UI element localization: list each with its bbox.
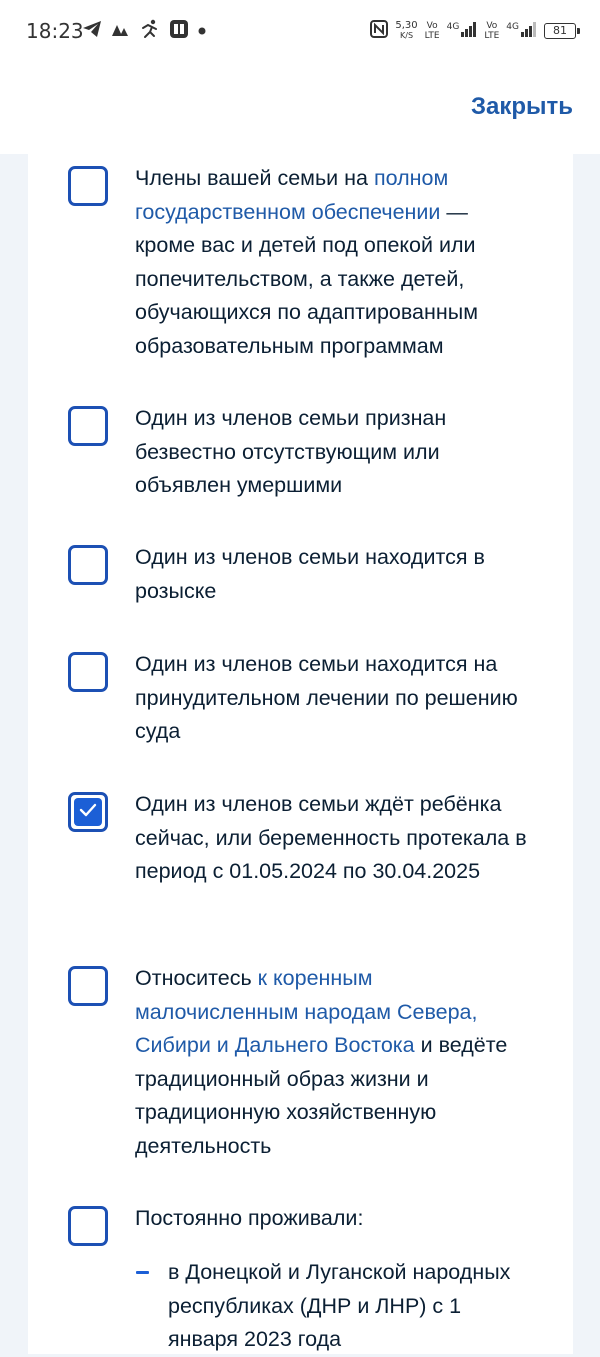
option-label: Один из членов семьи находится на принуд… <box>135 652 518 743</box>
option-indigenous-peoples[interactable]: Относитесь к коренным малочисленным наро… <box>28 954 573 1174</box>
option-label: Относитесь к коренным малочисленным наро… <box>135 962 530 1163</box>
volte-2-bottom: LTE <box>484 31 500 41</box>
close-button[interactable]: Закрыть <box>471 93 573 121</box>
network-speed-unit: K/S <box>400 31 414 40</box>
volte-1-top: Vo <box>426 21 438 31</box>
volte-2: Vo LTE <box>484 21 499 41</box>
checkbox-state-support[interactable] <box>68 166 108 206</box>
checkbox-pregnancy[interactable] <box>68 792 108 832</box>
option-label: Один из членов семьи ждёт ребёнка сейчас… <box>135 792 527 883</box>
signal-1-icon <box>461 21 477 42</box>
option-label-text: Члены вашей семьи на <box>135 166 374 190</box>
signal-2-icon <box>521 21 537 42</box>
checkbox-permanent-residence[interactable] <box>68 1206 108 1246</box>
checkbox-missing-or-deceased[interactable] <box>68 406 108 446</box>
network-1-label: 4G <box>446 21 460 32</box>
status-icons-left <box>82 18 206 44</box>
top-app-bar: 18:23 5,30 K/S Vo LTE 4G Vo LTE 4G 81 За… <box>0 0 600 154</box>
nfc-icon <box>370 19 389 43</box>
checkbox-wanted[interactable] <box>68 545 108 585</box>
network-2: 4G <box>506 21 537 42</box>
option-pregnancy[interactable]: Один из членов семьи ждёт ребёнка сейчас… <box>28 780 573 940</box>
checkbox-indigenous-peoples[interactable] <box>68 966 108 1006</box>
option-wanted[interactable]: Один из членов семьи находится в розыске <box>28 533 573 623</box>
app-notification-icon <box>169 19 189 44</box>
volte-1: Vo LTE <box>425 21 440 41</box>
option-label: Один из членов семьи признан безвестно о… <box>135 406 447 497</box>
option-label: Члены вашей семьи на полном государствен… <box>135 162 530 363</box>
list-item: в Донецкой и Луганской народных республи… <box>136 1256 536 1357</box>
option-label: Один из членов семьи находится в розыске <box>135 545 485 603</box>
network-2-label: 4G <box>506 21 519 32</box>
network-1: 4G <box>447 21 478 42</box>
option-compulsory-treatment[interactable]: Один из членов семьи находится на принуд… <box>28 640 573 760</box>
status-time: 18:23 <box>26 19 84 43</box>
option-missing-or-deceased[interactable]: Один из членов семьи признан безвестно о… <box>28 394 573 514</box>
status-bar: 18:23 5,30 K/S Vo LTE 4G Vo LTE 4G 81 <box>0 0 600 62</box>
options-card: Члены вашей семьи на полном государствен… <box>28 154 573 1354</box>
checkmark-icon <box>79 803 97 822</box>
dash-bullet-icon <box>136 1271 149 1274</box>
option-permanent-residence[interactable]: Постоянно проживали: в Донецкой и Луганс… <box>28 1194 573 1354</box>
option-state-support[interactable]: Члены вашей семьи на полном государствен… <box>28 154 573 380</box>
checkbox-compulsory-treatment[interactable] <box>68 652 108 692</box>
network-speed-value: 5,30 <box>395 20 418 31</box>
battery-icon: 81 <box>544 23 580 39</box>
running-icon <box>140 19 160 44</box>
option-label: Постоянно проживали: <box>135 1206 364 1230</box>
residence-sub-list: в Донецкой и Луганской народных республи… <box>136 1256 536 1357</box>
volte-1-bottom: LTE <box>424 31 440 41</box>
list-item-text: в Донецкой и Луганской народных республи… <box>168 1260 511 1351</box>
more-notifications-dot-icon <box>198 22 206 40</box>
volte-2-top: Vo <box>486 21 498 31</box>
telegram-icon <box>82 20 102 43</box>
network-speed: 5,30 K/S <box>395 21 417 41</box>
status-icons-right: 5,30 K/S Vo LTE 4G Vo LTE 4G 81 <box>370 17 580 45</box>
strava-icon <box>111 20 131 43</box>
option-label-text: Относитесь <box>135 966 258 990</box>
checkbox-checked-fill <box>74 798 102 826</box>
